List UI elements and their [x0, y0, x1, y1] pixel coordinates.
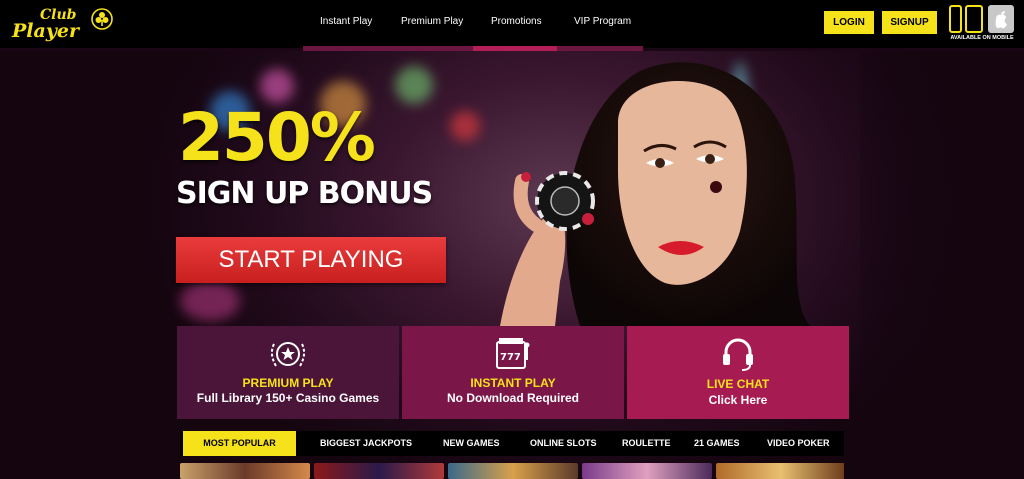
game-thumbnail[interactable]: [582, 463, 712, 479]
tablet-icon: [965, 5, 983, 33]
premium-play-title: PREMIUM PLAY: [242, 376, 334, 390]
nav-premium-play[interactable]: Premium Play: [401, 0, 463, 44]
live-chat-tile[interactable]: LIVE CHAT Click Here: [627, 326, 849, 419]
tab-video-poker[interactable]: VIDEO POKER: [767, 431, 830, 456]
live-chat-subtitle: Click Here: [708, 393, 768, 407]
mobile-label: AVAILABLE ON MOBILE: [950, 35, 1014, 41]
bonus-subheadline: SIGN UP BONUS: [176, 176, 433, 211]
hero-shade-left: [0, 51, 165, 479]
top-navigation-bar: Club Player Instant Play Premium Play Pr…: [0, 0, 1024, 51]
tab-biggest-jackpots[interactable]: BIGGEST JACKPOTS: [320, 431, 412, 456]
start-playing-button[interactable]: START PLAYING: [176, 237, 446, 283]
bokeh-light: [395, 66, 433, 104]
tab-21-games[interactable]: 21 GAMES: [694, 431, 740, 456]
game-thumbnail[interactable]: [448, 463, 578, 479]
live-chat-title: LIVE CHAT: [706, 377, 770, 391]
svg-text:Player: Player: [11, 20, 81, 42]
headset-icon: [723, 338, 753, 371]
premium-play-tile[interactable]: PREMIUM PLAY Full Library 150+ Casino Ga…: [177, 326, 399, 419]
hero-shade-right: [860, 51, 1024, 479]
mobile-availability[interactable]: AVAILABLE ON MOBILE: [946, 4, 1018, 44]
tab-new-games[interactable]: NEW GAMES: [443, 431, 500, 456]
star-laurel-icon: [270, 342, 306, 367]
bokeh-light: [260, 69, 294, 103]
instant-play-tile[interactable]: 777 INSTANT PLAY No Download Required: [402, 326, 624, 419]
signup-button[interactable]: SIGNUP: [882, 11, 937, 34]
bokeh-light: [180, 281, 240, 321]
club-player-logo[interactable]: Club Player: [10, 4, 114, 44]
game-thumbnail[interactable]: [314, 463, 444, 479]
game-thumbnail[interactable]: [180, 463, 310, 479]
svg-text:777: 777: [500, 352, 521, 363]
game-thumbnails: [180, 463, 844, 479]
game-thumbnail[interactable]: [716, 463, 844, 479]
phone-icon: [949, 5, 962, 33]
apple-icon: [988, 5, 1014, 33]
premium-play-subtitle: Full Library 150+ Casino Games: [196, 391, 380, 405]
instant-play-title: INSTANT PLAY: [470, 376, 556, 390]
hero-model-image: [500, 62, 810, 326]
bonus-percentage: 250%: [178, 99, 376, 176]
game-category-tabs: MOST POPULAR BIGGEST JACKPOTS NEW GAMES …: [180, 431, 844, 456]
nav-instant-play[interactable]: Instant Play: [320, 0, 372, 44]
nav-promotions[interactable]: Promotions: [491, 0, 542, 44]
instant-play-subtitle: No Download Required: [447, 391, 579, 405]
tab-roulette[interactable]: ROULETTE: [622, 431, 671, 456]
slot-machine-icon: 777: [496, 338, 530, 369]
nav-vip-program[interactable]: VIP Program: [574, 0, 631, 44]
hero-banner: 250% SIGN UP BONUS START PLAYING PREMIUM…: [0, 51, 1024, 479]
login-button[interactable]: LOGIN: [824, 11, 874, 34]
tab-online-slots[interactable]: ONLINE SLOTS: [530, 431, 597, 456]
tab-most-popular[interactable]: MOST POPULAR: [183, 431, 296, 456]
